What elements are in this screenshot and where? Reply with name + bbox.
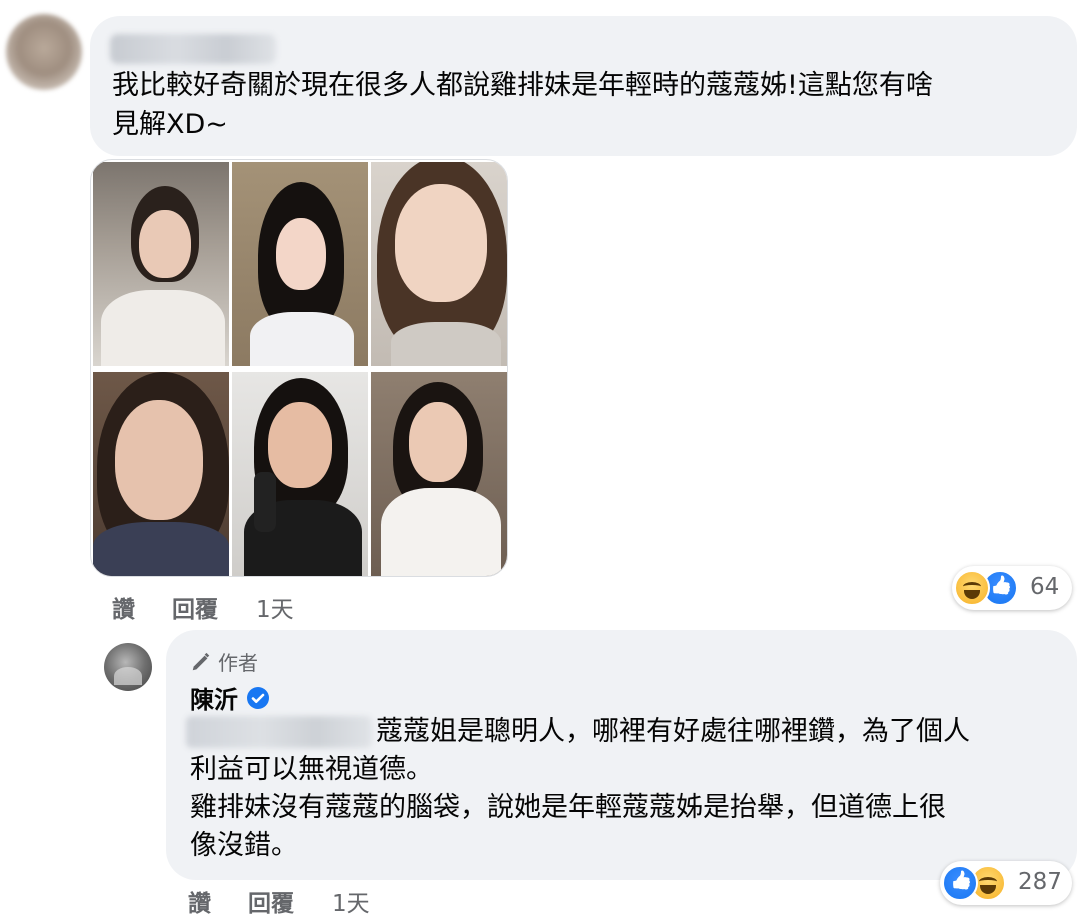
commenter-name-redacted[interactable] xyxy=(110,34,276,64)
collage-photo xyxy=(93,372,229,576)
collage-photo xyxy=(371,372,507,576)
verified-check-icon xyxy=(247,686,269,709)
comment-text: 我比較好奇關於現在很多人都說雞排妹是年輕時的蔻蔻姊!這點您有啥 見解XD~ xyxy=(112,66,1052,144)
timestamp[interactable]: 1天 xyxy=(256,590,294,624)
reply-text-line4: 像沒錯。 xyxy=(190,830,298,861)
reply-text-line2: 利益可以無視道德。 xyxy=(190,754,433,785)
reaction-summary[interactable]: 287 xyxy=(940,861,1072,905)
haha-icon xyxy=(954,570,990,606)
comment-text-line2: 見解XD~ xyxy=(112,109,228,140)
collage-photo xyxy=(232,162,368,366)
reply-author: 陳沂 xyxy=(190,680,270,715)
reply-link[interactable]: 回覆 xyxy=(172,590,218,624)
reaction-summary[interactable]: 64 xyxy=(952,566,1072,610)
like-link[interactable]: 讚 xyxy=(112,590,135,624)
collage-photo xyxy=(371,162,507,366)
reply-text: 蔻蔻姐是聰明人，哪裡有好處往哪裡鑽，為了個人 利益可以無視道德。 雞排妹沒有蔻蔻… xyxy=(190,713,1060,865)
reply-text-line1: 蔻蔻姐是聰明人，哪裡有好處往哪裡鑽，為了個人 xyxy=(376,716,970,747)
timestamp[interactable]: 1天 xyxy=(332,884,370,918)
pencil-icon xyxy=(192,652,210,670)
author-badge: 作者 xyxy=(190,647,258,676)
collage-photo xyxy=(93,162,229,366)
like-link[interactable]: 讚 xyxy=(188,884,211,918)
like-icon xyxy=(942,865,978,901)
reply-text-line3: 雞排妹沒有蔻蔻的腦袋，說她是年輕蔻蔻姊是抬舉，但道德上很 xyxy=(190,792,946,823)
comment-text-line1: 我比較好奇關於現在很多人都說雞排妹是年輕時的蔻蔻姊!這點您有啥 xyxy=(112,70,933,101)
commenter-avatar[interactable] xyxy=(6,14,82,90)
author-avatar[interactable] xyxy=(104,643,152,691)
reaction-count: 64 xyxy=(1030,574,1060,600)
reaction-count: 287 xyxy=(1018,869,1062,895)
author-badge-label: 作者 xyxy=(218,651,258,675)
reply-link[interactable]: 回覆 xyxy=(248,884,294,918)
reply-author-name[interactable]: 陳沂 xyxy=(190,680,238,715)
comment-image-collage[interactable] xyxy=(90,159,508,577)
collage-photo xyxy=(232,372,368,576)
